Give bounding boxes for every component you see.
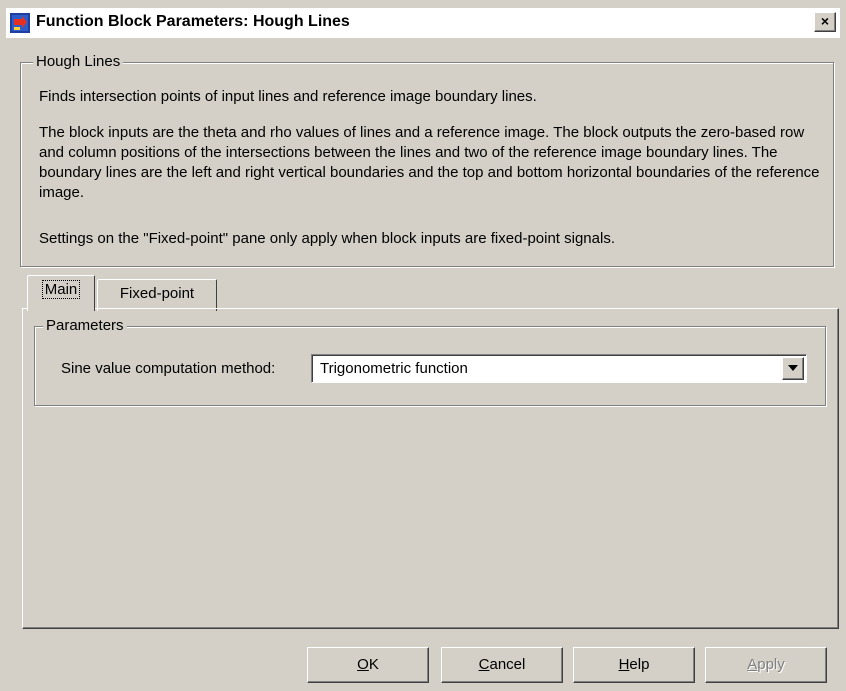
description-groupbox: Hough Lines Finds intersection points of…: [20, 53, 834, 267]
apply-button[interactable]: Apply: [705, 647, 827, 683]
sine-method-value: Trigonometric function: [320, 360, 468, 377]
help-mnemonic: H: [618, 656, 630, 673]
sine-method-select[interactable]: Trigonometric function: [311, 354, 807, 383]
apply-label: pply: [757, 656, 785, 673]
cancel-label: ancel: [489, 656, 526, 673]
parameters-groupbox: Parameters Sine value computation method…: [34, 317, 826, 406]
cancel-mnemonic: C: [478, 656, 490, 673]
parameters-group-title: Parameters: [43, 317, 127, 335]
ok-label: K: [368, 656, 379, 673]
help-label: elp: [629, 656, 650, 673]
tab-fixed-point-label: Fixed-point: [119, 285, 195, 302]
description-paragraph-2: The block inputs are the theta and rho v…: [39, 124, 820, 201]
tab-main-label: Main: [41, 280, 81, 299]
apply-mnemonic: A: [747, 656, 758, 673]
dropdown-button[interactable]: [782, 357, 804, 380]
chevron-down-icon: [788, 365, 798, 371]
ok-button[interactable]: OK: [307, 647, 429, 683]
description-paragraph-3: Settings on the "Fixed-point" pane only …: [39, 230, 615, 247]
description-group-title: Hough Lines: [33, 53, 124, 71]
sine-method-label: Sine value computation method:: [61, 360, 276, 377]
simulink-block-icon: [10, 13, 30, 33]
help-button[interactable]: Help: [573, 647, 695, 683]
tab-fixed-point[interactable]: Fixed-point: [97, 279, 217, 311]
window-title: Function Block Parameters: Hough Lines: [36, 13, 350, 30]
dialog-window: Function Block Parameters: Hough Lines ×…: [0, 0, 846, 691]
close-icon: ×: [820, 13, 830, 29]
description-paragraph-1: Finds intersection points of input lines…: [39, 88, 537, 105]
ok-mnemonic: O: [357, 656, 369, 673]
cancel-button[interactable]: Cancel: [441, 647, 563, 683]
close-button[interactable]: ×: [814, 12, 836, 32]
title-bar[interactable]: Function Block Parameters: Hough Lines ×: [6, 8, 840, 38]
tab-main[interactable]: Main: [27, 275, 95, 311]
